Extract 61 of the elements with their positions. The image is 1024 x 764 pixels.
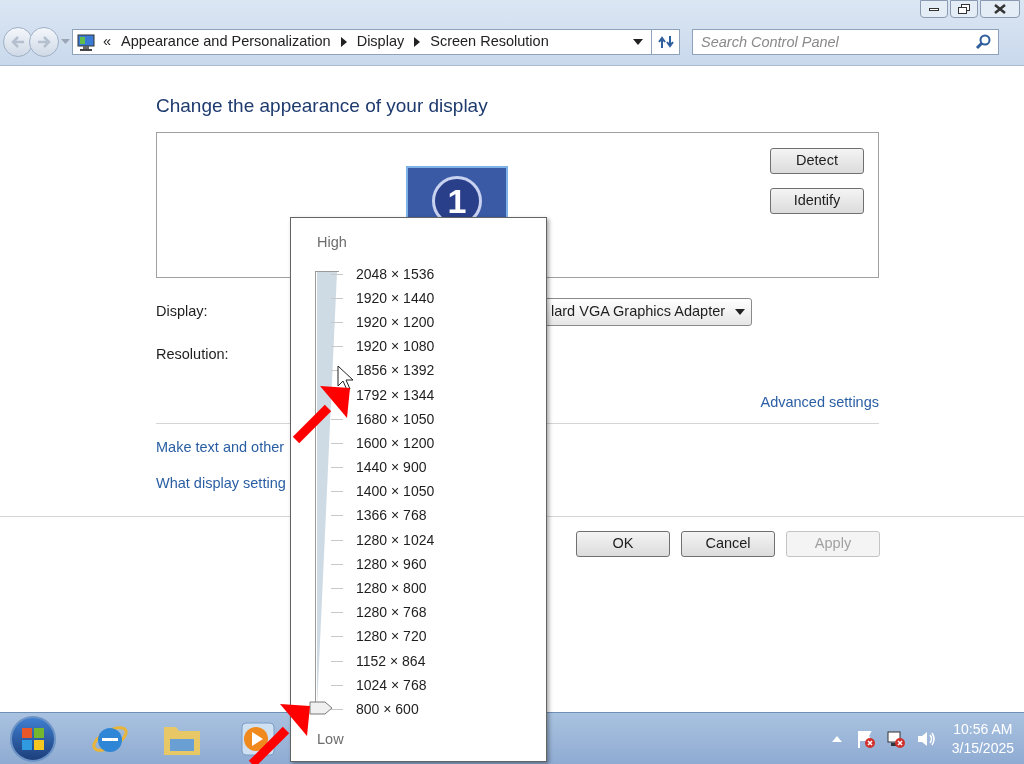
search-icon[interactable]: [975, 34, 991, 50]
annotation-arrow: [292, 386, 350, 444]
help-link[interactable]: Make text and other: [156, 438, 285, 455]
resolution-option[interactable]: 1920 × 1440: [356, 287, 435, 309]
forward-arrow-icon: [37, 36, 51, 48]
preview-button[interactable]: Detect: [770, 148, 864, 174]
cursor-icon: [337, 365, 354, 391]
network-icon[interactable]: [885, 728, 906, 749]
resolution-option[interactable]: 1280 × 960: [356, 553, 427, 575]
preview-button[interactable]: Identify: [770, 188, 864, 214]
field-label: Resolution:: [156, 346, 229, 362]
advanced-settings-link[interactable]: Advanced settings: [760, 392, 879, 414]
resolution-option[interactable]: 1152 × 864: [356, 650, 426, 672]
start-button[interactable]: [10, 715, 56, 762]
annotation-arrow: [248, 704, 310, 764]
breadcrumb-arrow-icon[interactable]: [414, 37, 421, 47]
dialog-button[interactable]: Cancel: [681, 530, 775, 557]
dropdown-arrow-icon[interactable]: [633, 39, 643, 45]
restore-button[interactable]: [950, 0, 978, 18]
four-squares-icon: [21, 726, 45, 751]
resolution-option[interactable]: 1024 × 768: [356, 674, 427, 696]
refresh-icon: [657, 35, 674, 49]
resolution-option[interactable]: 1792 × 1344: [356, 384, 435, 406]
breadcrumb-link[interactable]: Display: [356, 31, 405, 53]
minimize-button[interactable]: [920, 0, 948, 18]
resolution-option[interactable]: 1400 × 1050: [356, 481, 435, 503]
slider-low-label: Low: [317, 730, 344, 749]
back-arrow-icon: [11, 36, 25, 48]
resolution-option[interactable]: 1280 × 800: [356, 578, 427, 600]
resolution-option[interactable]: 1366 × 768: [356, 505, 427, 527]
page-heading: Change the appearance of your display: [156, 94, 489, 118]
dialog-button[interactable]: OK: [576, 530, 670, 557]
breadcrumb-link[interactable]: Screen Resolution: [430, 31, 549, 53]
restore-icon: [958, 4, 970, 14]
resolution-option[interactable]: 2048 × 1536: [356, 263, 435, 285]
resolution-option[interactable]: 1920 × 1080: [356, 336, 435, 358]
resolution-option[interactable]: 1280 × 1024: [356, 529, 435, 551]
close-icon: [994, 4, 1006, 14]
action-center-flag-icon[interactable]: [855, 728, 876, 749]
refresh-button[interactable]: [652, 29, 680, 55]
resolution-option[interactable]: 1280 × 768: [356, 602, 427, 624]
resolution-option[interactable]: 1920 × 1200: [356, 311, 435, 333]
help-link[interactable]: What display setting: [156, 474, 286, 491]
address-bar[interactable]: « Appearance and Personalization Display Screen Resolution: [72, 29, 652, 55]
slider-thumb[interactable]: [309, 701, 333, 715]
resolution-option[interactable]: 1440 × 900: [356, 457, 427, 479]
resolution-option[interactable]: 1856 × 1392: [356, 360, 435, 382]
overflow-chevron[interactable]: «: [103, 31, 112, 53]
resolution-option[interactable]: 1280 × 720: [356, 626, 427, 648]
breadcrumb-arrow-icon[interactable]: [340, 37, 347, 47]
slider-track[interactable]: [309, 271, 339, 717]
resolution-option[interactable]: 1680 × 1050: [356, 408, 435, 430]
resolution-option[interactable]: 1600 × 1200: [356, 432, 435, 454]
resolution-option[interactable]: 800 × 600: [356, 698, 419, 720]
slider-high-label: High: [317, 233, 347, 252]
dropdown-arrow-icon[interactable]: [735, 309, 746, 315]
search-field[interactable]: Search Control Panel: [692, 29, 999, 55]
monitor-icon: [77, 33, 95, 51]
close-button[interactable]: [980, 0, 1020, 18]
field-label: Display:: [156, 302, 208, 322]
breadcrumb-link[interactable]: Appearance and Personalization: [121, 31, 331, 53]
